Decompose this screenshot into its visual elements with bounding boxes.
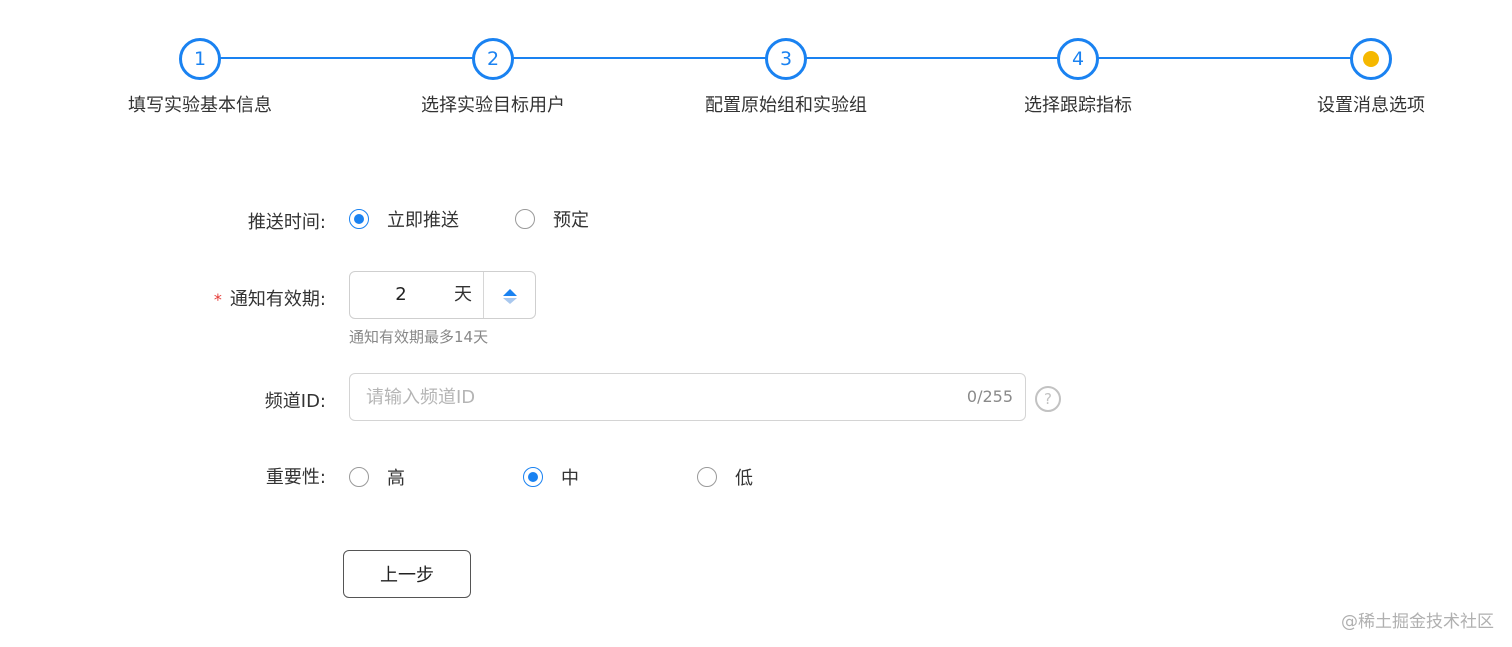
importance-option-medium[interactable]: 中 [523, 464, 579, 490]
step-3-number: 3 [779, 48, 793, 70]
radio-checked-icon[interactable] [349, 209, 369, 229]
importance-option-low[interactable]: 低 [697, 464, 753, 490]
step-4-label: 选择跟踪指标 [1024, 95, 1132, 116]
channel-id-label: 频道ID: [264, 391, 326, 412]
step-1-number: 1 [193, 48, 207, 70]
step-1-circle: 1 [179, 38, 221, 80]
stepper-up-arrow-icon[interactable] [503, 289, 517, 296]
step-3-label: 配置原始组和实验组 [705, 95, 867, 116]
importance-option-low-label: 低 [735, 468, 753, 489]
previous-step-button[interactable]: 上一步 [343, 550, 471, 598]
validity-hint: 通知有效期最多14天 [349, 328, 489, 346]
step-2-circle: 2 [472, 38, 514, 80]
step-2: 2 选择实验目标用户 [343, 38, 643, 117]
radio-unchecked-icon[interactable] [515, 209, 535, 229]
step-4-circle: 4 [1057, 38, 1099, 80]
step-3: 3 配置原始组和实验组 [636, 38, 936, 117]
push-time-option-immediate-label: 立即推送 [387, 210, 459, 231]
channel-id-input[interactable] [366, 374, 926, 420]
channel-id-field[interactable]: 0/255 [349, 373, 1026, 421]
importance-option-medium-label: 中 [561, 468, 579, 489]
validity-days-stepper[interactable]: 2 天 [349, 271, 536, 319]
importance-option-high[interactable]: 高 [349, 464, 405, 490]
validity-days-value[interactable]: 2 [350, 272, 452, 318]
importance-label: 重要性: [265, 467, 326, 488]
step-3-circle: 3 [765, 38, 807, 80]
progress-steps: 1 填写实验基本信息 2 选择实验目标用户 3 配置原始组和实验组 4 选择跟踪… [0, 0, 1512, 130]
step-5-circle [1350, 38, 1392, 80]
push-time-label: 推送时间: [247, 212, 326, 233]
step-1-label: 填写实验基本信息 [128, 95, 272, 116]
push-time-option-immediate[interactable]: 立即推送 [349, 206, 459, 232]
validity-days-unit: 天 [454, 284, 472, 305]
push-time-option-scheduled-label: 预定 [553, 210, 589, 231]
step-5-label: 设置消息选项 [1317, 95, 1425, 116]
radio-unchecked-icon[interactable] [697, 467, 717, 487]
validity-label-text: 通知有效期: [229, 289, 326, 310]
required-mark: * [213, 290, 222, 309]
current-step-dot-icon [1363, 51, 1379, 67]
stepper-down-arrow-icon[interactable] [503, 298, 517, 304]
step-5-current: 设置消息选项 [1221, 38, 1512, 117]
question-circle-icon[interactable]: ? [1035, 386, 1061, 412]
step-2-number: 2 [486, 48, 500, 70]
radio-checked-icon[interactable] [523, 467, 543, 487]
step-1: 1 填写实验基本信息 [50, 38, 350, 117]
radio-unchecked-icon[interactable] [349, 467, 369, 487]
push-time-option-scheduled[interactable]: 预定 [515, 206, 589, 232]
step-4-number: 4 [1071, 48, 1085, 70]
validity-label: * 通知有效期: [214, 285, 326, 311]
step-4: 4 选择跟踪指标 [928, 38, 1228, 117]
watermark: @稀土掘金技术社区 [1341, 612, 1494, 632]
step-2-label: 选择实验目标用户 [421, 95, 565, 116]
importance-option-high-label: 高 [387, 468, 405, 489]
stepper-arrows[interactable] [483, 272, 536, 318]
channel-id-char-counter: 0/255 [966, 387, 1013, 406]
